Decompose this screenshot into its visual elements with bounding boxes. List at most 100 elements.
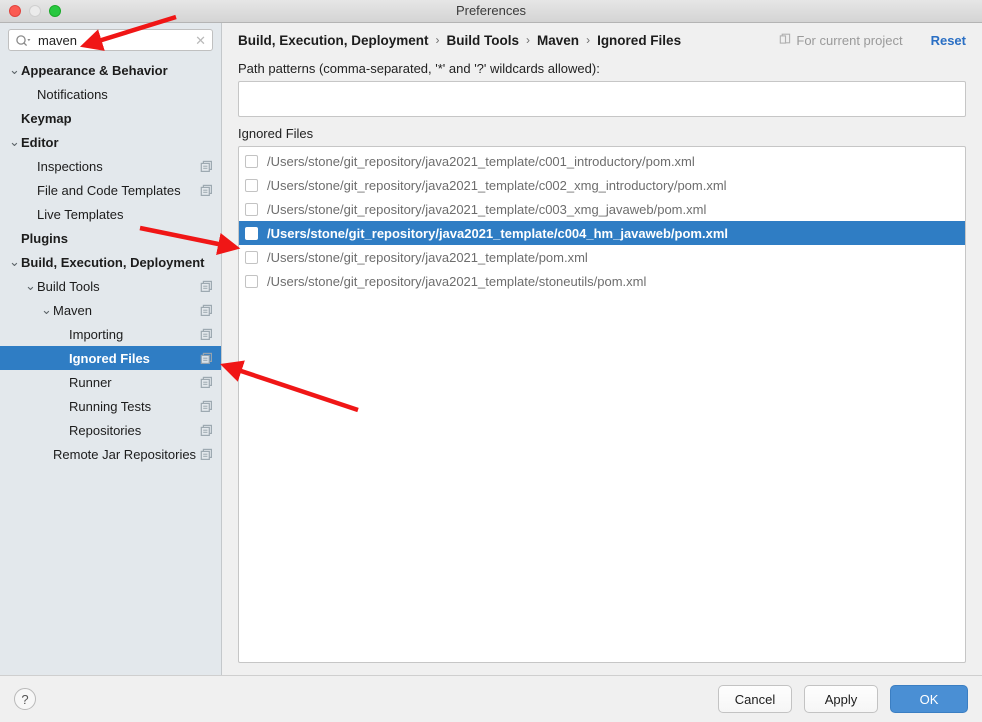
chevron-down-icon[interactable]: ⌄ <box>8 62 21 78</box>
project-scope-icon <box>779 33 791 48</box>
ignored-file-checkbox[interactable] <box>245 202 258 216</box>
ignored-file-checkbox[interactable] <box>245 154 258 168</box>
ignored-files-list[interactable]: /Users/stone/git_repository/java2021_tem… <box>238 146 966 663</box>
cancel-button[interactable]: Cancel <box>718 685 792 713</box>
project-scope-icon <box>200 400 213 413</box>
scope-label: For current project <box>796 32 903 48</box>
ignored-file-checkbox[interactable] <box>245 178 258 192</box>
sidebar-item-notifications[interactable]: Notifications <box>0 82 221 106</box>
sidebar-item-label: File and Code Templates <box>37 182 181 198</box>
sidebar-item-build-execution-deployment[interactable]: ⌄ Build, Execution, Deployment <box>0 250 221 274</box>
sidebar-item-label: Live Templates <box>37 206 124 222</box>
sidebar-item-label: Running Tests <box>69 398 152 414</box>
sidebar-item-keymap[interactable]: Keymap <box>0 106 221 130</box>
project-scope-icon <box>200 424 213 437</box>
project-scope-icon <box>200 352 213 365</box>
sidebar-item-label: Repositories <box>69 422 142 438</box>
sidebar-item-label: Runner <box>69 374 112 390</box>
path-patterns-field[interactable] <box>238 81 966 117</box>
sidebar-item-file-and-code-templates[interactable]: File and Code Templates <box>0 178 221 202</box>
sidebar-item-label: Plugins <box>21 230 68 246</box>
sidebar-item-plugins[interactable]: Plugins <box>0 226 221 250</box>
sidebar-item-maven[interactable]: ⌄ Maven <box>0 298 221 322</box>
ignored-file-checkbox[interactable] <box>245 274 258 288</box>
sidebar-item-ignored-files[interactable]: Ignored Files <box>0 346 221 370</box>
ignored-file-path: /Users/stone/git_repository/java2021_tem… <box>267 273 647 289</box>
scope-indicator: For current project <box>779 32 903 48</box>
ignored-files-label: Ignored Files <box>238 126 314 141</box>
sidebar-item-label: Maven <box>53 302 93 318</box>
reset-link[interactable]: Reset <box>931 33 966 48</box>
breadcrumb-separator: › <box>586 33 591 47</box>
ignored-file-row[interactable]: /Users/stone/git_repository/java2021_tem… <box>239 269 965 293</box>
sidebar-item-label: Remote Jar Repositories <box>53 446 197 462</box>
sidebar-item-live-templates[interactable]: Live Templates <box>0 202 221 226</box>
ignored-file-row[interactable]: /Users/stone/git_repository/java2021_tem… <box>239 245 965 269</box>
ignored-file-path: /Users/stone/git_repository/java2021_tem… <box>267 153 695 169</box>
sidebar-item-label: Build, Execution, Deployment <box>21 254 205 270</box>
clear-icon[interactable]: ✕ <box>195 34 206 47</box>
apply-button[interactable]: Apply <box>804 685 878 713</box>
ignored-file-row[interactable]: /Users/stone/git_repository/java2021_tem… <box>239 197 965 221</box>
sidebar-item-importing[interactable]: Importing <box>0 322 221 346</box>
sidebar-item-label: Importing <box>69 326 124 342</box>
ignored-file-path: /Users/stone/git_repository/java2021_tem… <box>267 201 707 217</box>
sidebar-item-remote-jar-repositories[interactable]: Remote Jar Repositories <box>0 442 221 466</box>
settings-sidebar: ✕ ⌄Appearance & BehaviorNotificationsKey… <box>0 23 222 675</box>
sidebar-item-label: Editor <box>21 134 59 150</box>
sidebar-item-appearance-behavior[interactable]: ⌄ Appearance & Behavior <box>0 58 221 82</box>
breadcrumb: Build, Execution, Deployment › Build Too… <box>230 23 966 57</box>
ignored-file-path: /Users/stone/git_repository/java2021_tem… <box>267 225 728 241</box>
chevron-down-icon[interactable]: ⌄ <box>8 134 21 150</box>
window-body: ✕ ⌄Appearance & BehaviorNotificationsKey… <box>0 23 982 675</box>
sidebar-item-label: Keymap <box>21 110 72 126</box>
project-scope-icon <box>200 280 213 293</box>
ignored-file-row[interactable]: /Users/stone/git_repository/java2021_tem… <box>239 173 965 197</box>
settings-content: Build, Execution, Deployment › Build Too… <box>222 23 982 675</box>
project-scope-icon <box>200 376 213 389</box>
project-scope-icon <box>200 184 213 197</box>
search-input[interactable] <box>31 31 196 49</box>
dialog-button-bar: ? Cancel Apply OK <box>0 675 982 722</box>
title-bar: Preferences <box>0 0 982 23</box>
sidebar-item-editor[interactable]: ⌄ Editor <box>0 130 221 154</box>
breadcrumb-item-2[interactable]: Maven <box>537 33 579 48</box>
sidebar-item-label: Build Tools <box>37 278 100 294</box>
sidebar-search-area: ✕ <box>0 23 221 56</box>
sidebar-item-repositories[interactable]: Repositories <box>0 418 221 442</box>
project-scope-icon <box>200 304 213 317</box>
search-box[interactable]: ✕ <box>8 29 213 51</box>
sidebar-item-label: Ignored Files <box>69 350 150 366</box>
sidebar-item-runner[interactable]: Runner <box>0 370 221 394</box>
ignored-file-path: /Users/stone/git_repository/java2021_tem… <box>267 249 588 265</box>
sidebar-item-label: Inspections <box>37 158 103 174</box>
chevron-down-icon[interactable]: ⌄ <box>8 254 21 270</box>
sidebar-item-label: Notifications <box>37 86 108 102</box>
breadcrumb-separator: › <box>526 33 531 47</box>
project-scope-icon <box>200 448 213 461</box>
ignored-file-checkbox[interactable] <box>245 226 258 240</box>
project-scope-icon <box>200 160 213 173</box>
window-title: Preferences <box>455 3 527 18</box>
search-icon <box>15 34 31 47</box>
breadcrumb-item-1[interactable]: Build Tools <box>447 33 520 48</box>
project-scope-icon <box>200 328 213 341</box>
chevron-down-icon[interactable]: ⌄ <box>40 302 53 318</box>
breadcrumb-item-3[interactable]: Ignored Files <box>597 33 681 48</box>
ok-button[interactable]: OK <box>890 685 968 713</box>
ignored-file-path: /Users/stone/git_repository/java2021_tem… <box>267 177 727 193</box>
sidebar-item-running-tests[interactable]: Running Tests <box>0 394 221 418</box>
sidebar-item-label: Appearance & Behavior <box>21 62 168 78</box>
ignored-file-row[interactable]: /Users/stone/git_repository/java2021_tem… <box>239 221 965 245</box>
sidebar-item-inspections[interactable]: Inspections <box>0 154 221 178</box>
breadcrumb-item-0[interactable]: Build, Execution, Deployment <box>238 33 429 48</box>
breadcrumb-separator: › <box>435 33 440 47</box>
sidebar-item-build-tools[interactable]: ⌄ Build Tools <box>0 274 221 298</box>
ignored-file-checkbox[interactable] <box>245 250 258 264</box>
preferences-window: Preferences ✕ ⌄Appearance & Be <box>0 0 982 722</box>
settings-tree: ⌄ Appearance & Behavior Notifications Keyma… <box>0 56 221 675</box>
chevron-down-icon[interactable]: ⌄ <box>24 278 37 294</box>
help-button[interactable]: ? <box>14 688 36 710</box>
path-patterns-label: Path patterns (comma-separated, '*' and … <box>238 61 600 76</box>
ignored-file-row[interactable]: /Users/stone/git_repository/java2021_tem… <box>239 149 965 173</box>
